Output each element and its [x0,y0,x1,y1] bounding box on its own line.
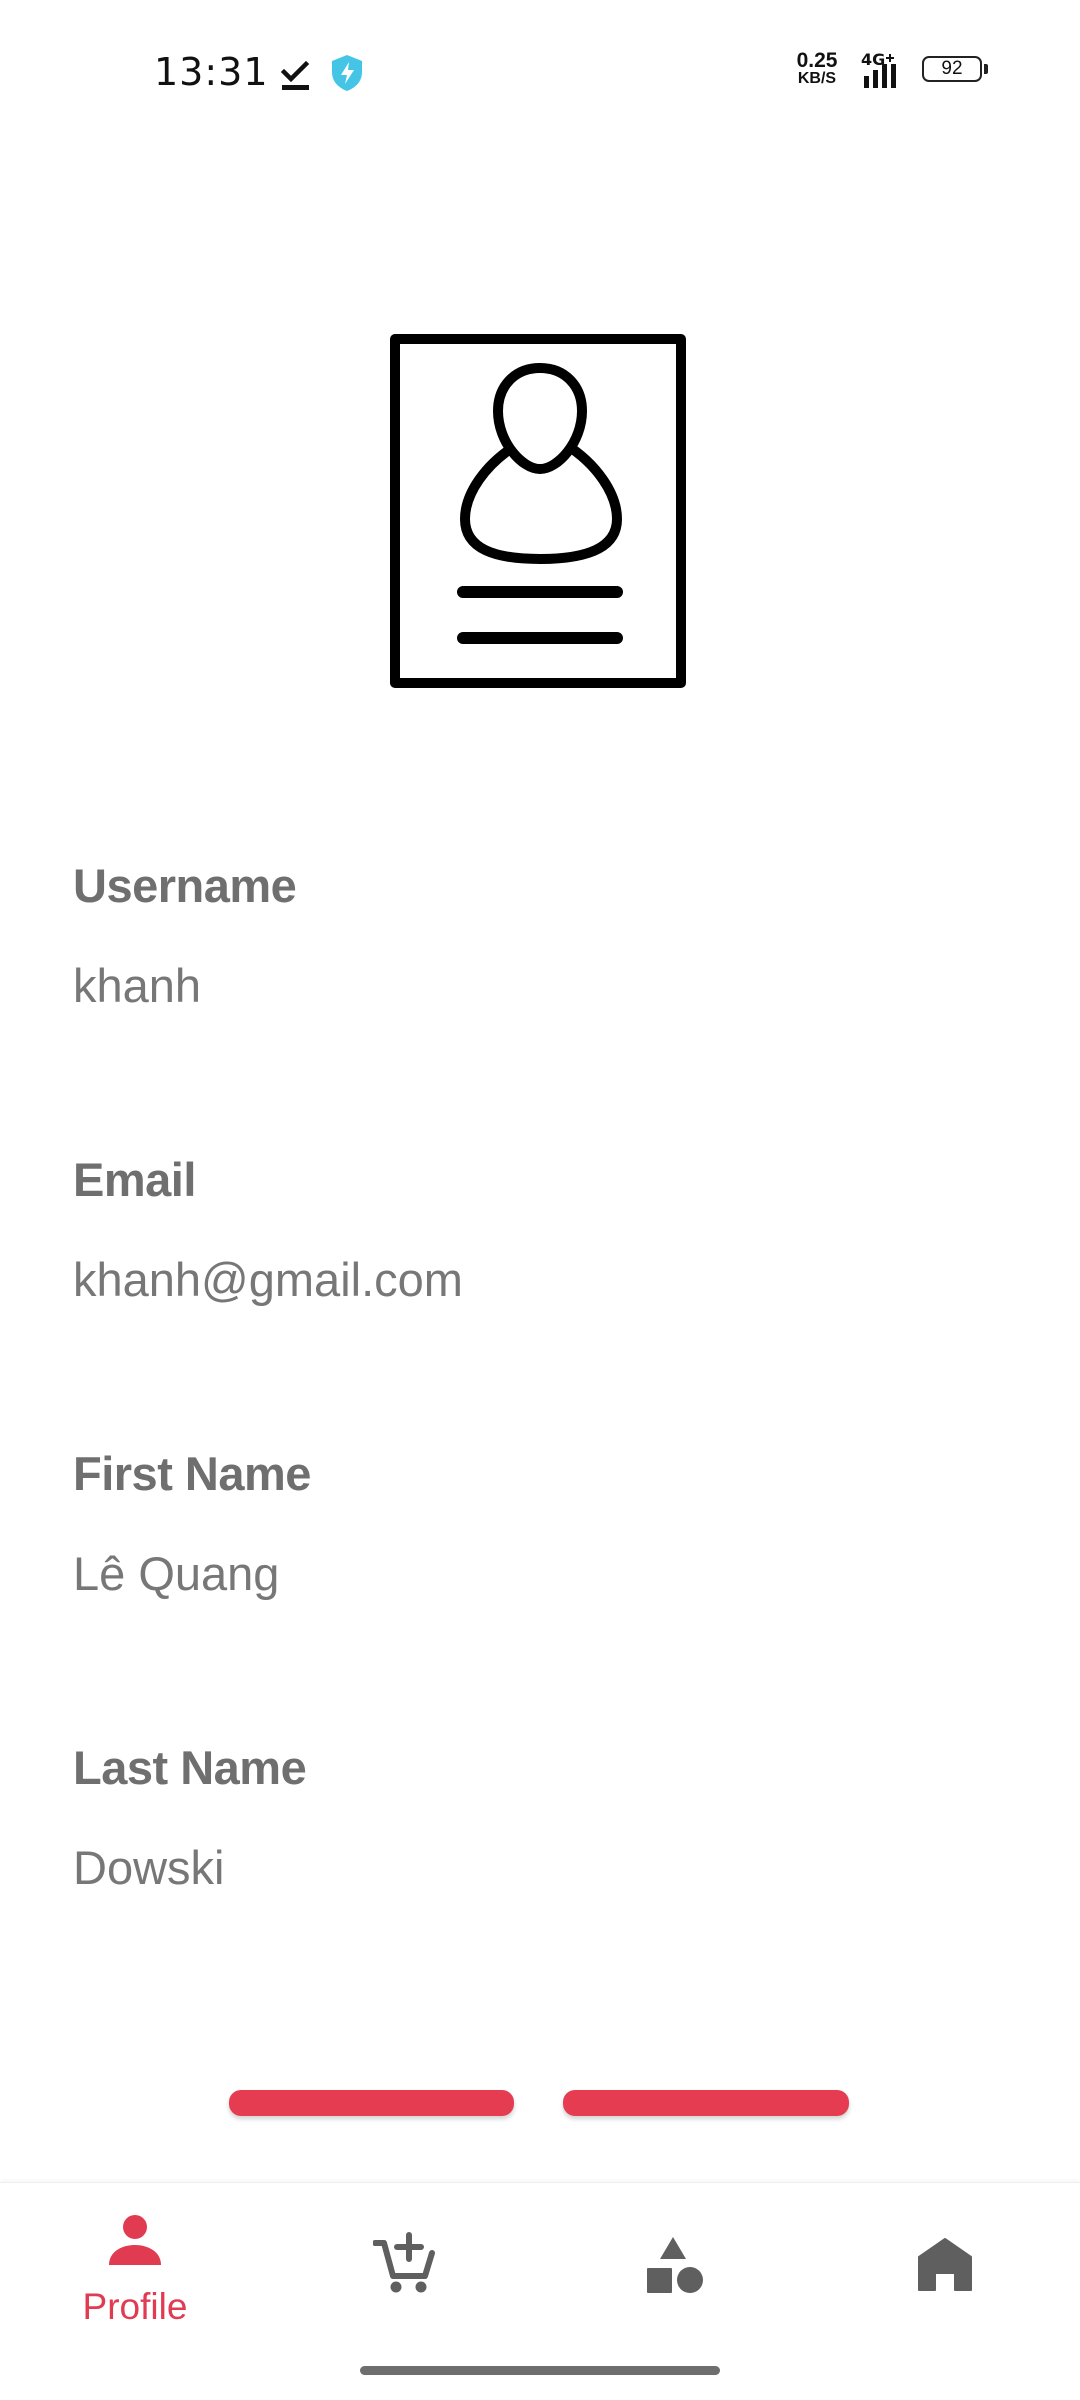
network-speed-value: 0.25 [796,49,838,72]
last-name-value: Dowski [73,1841,225,1894]
right-action-button[interactable] [563,2090,849,2116]
username-value: khanh [73,959,202,1012]
shield-bolt-icon [332,55,362,91]
email-value: khanh@gmail.com [73,1253,463,1306]
nav-label-profile: Profile [82,2286,188,2327]
battery-tip [984,64,988,74]
status-bar: 13:31 0.25 KB/S 4G 92 [0,0,1080,140]
network-speed: 0.25 KB/S [790,50,844,87]
nav-item-cart[interactable] [270,2183,540,2353]
home-icon [918,2238,972,2291]
profile-card-icon [390,334,686,688]
signal-icon: 4G [861,50,896,88]
username-label: Username [73,859,297,912]
nav-item-home[interactable] [810,2183,1080,2353]
network-speed-unit: KB/S [797,70,837,87]
email-label: Email [73,1153,196,1206]
first-name-label: First Name [73,1447,311,1500]
download-done-icon [280,60,310,90]
category-shapes-icon [647,2237,703,2293]
app-screen: 13:31 0.25 KB/S 4G 92 Username khanh Ema… [0,0,1080,2400]
home-indicator[interactable] [360,2366,720,2375]
battery-level: 92 [922,56,982,82]
person-icon [109,2215,161,2265]
nav-item-categories[interactable] [540,2183,810,2353]
add-to-cart-icon [373,2232,435,2293]
left-action-button[interactable] [229,2090,514,2116]
network-type-label: 4G [861,50,885,69]
first-name-value: Lê Quang [73,1547,280,1600]
nav-item-profile[interactable]: Profile [0,2183,270,2353]
battery-icon: 92 [922,56,990,86]
last-name-label: Last Name [73,1741,307,1794]
status-time: 13:31 [154,50,269,94]
